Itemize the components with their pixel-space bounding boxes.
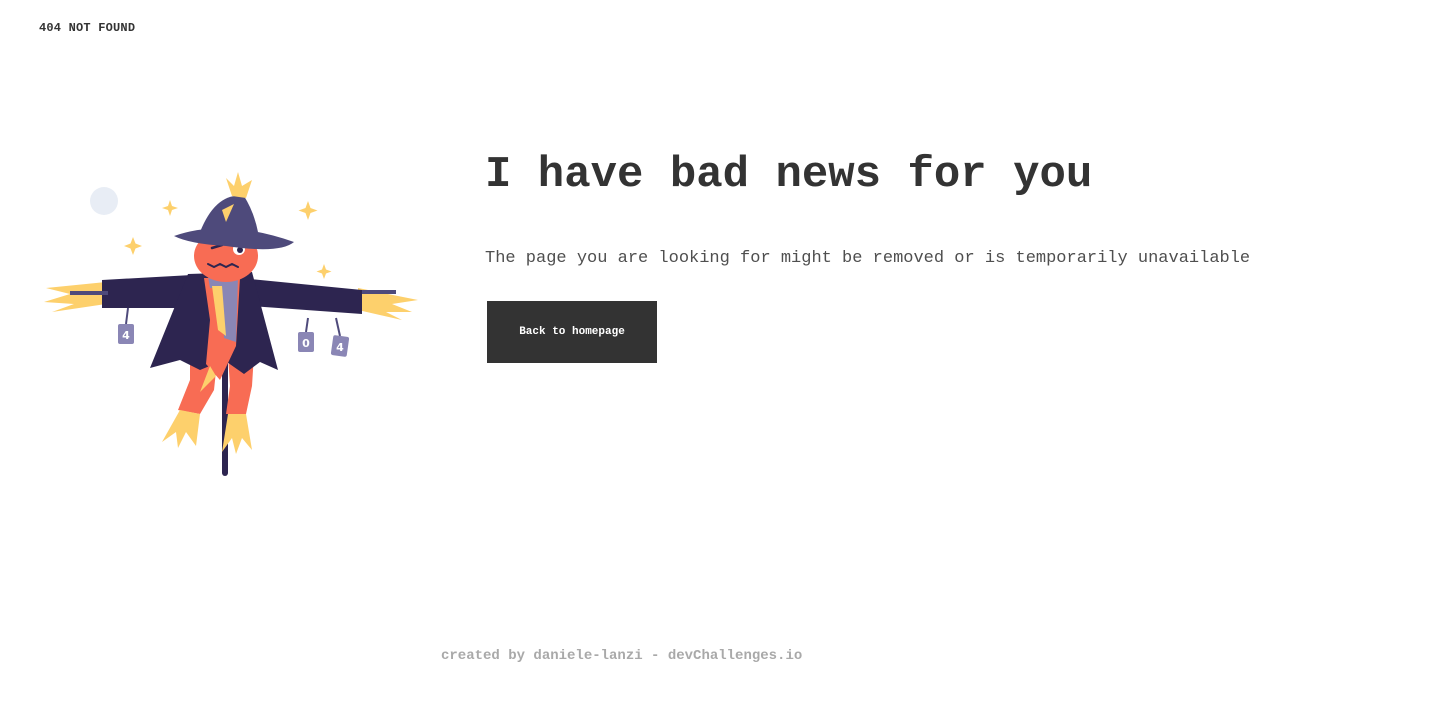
- back-to-homepage-button[interactable]: Back to homepage: [487, 301, 657, 363]
- page-title: I have bad news for you: [485, 150, 1093, 200]
- error-message: The page you are looking for might be re…: [485, 249, 1251, 268]
- can-label: 0: [302, 337, 310, 350]
- brand-label: 404 NOT FOUND: [39, 21, 136, 35]
- can-label: 4: [336, 341, 344, 354]
- scarecrow-illustration: 4 0 4: [44, 172, 418, 476]
- can-label: 4: [122, 329, 130, 342]
- footer-credit[interactable]: created by daniele-lanzi - devChallenges…: [441, 648, 802, 664]
- moon-shape: [90, 187, 118, 215]
